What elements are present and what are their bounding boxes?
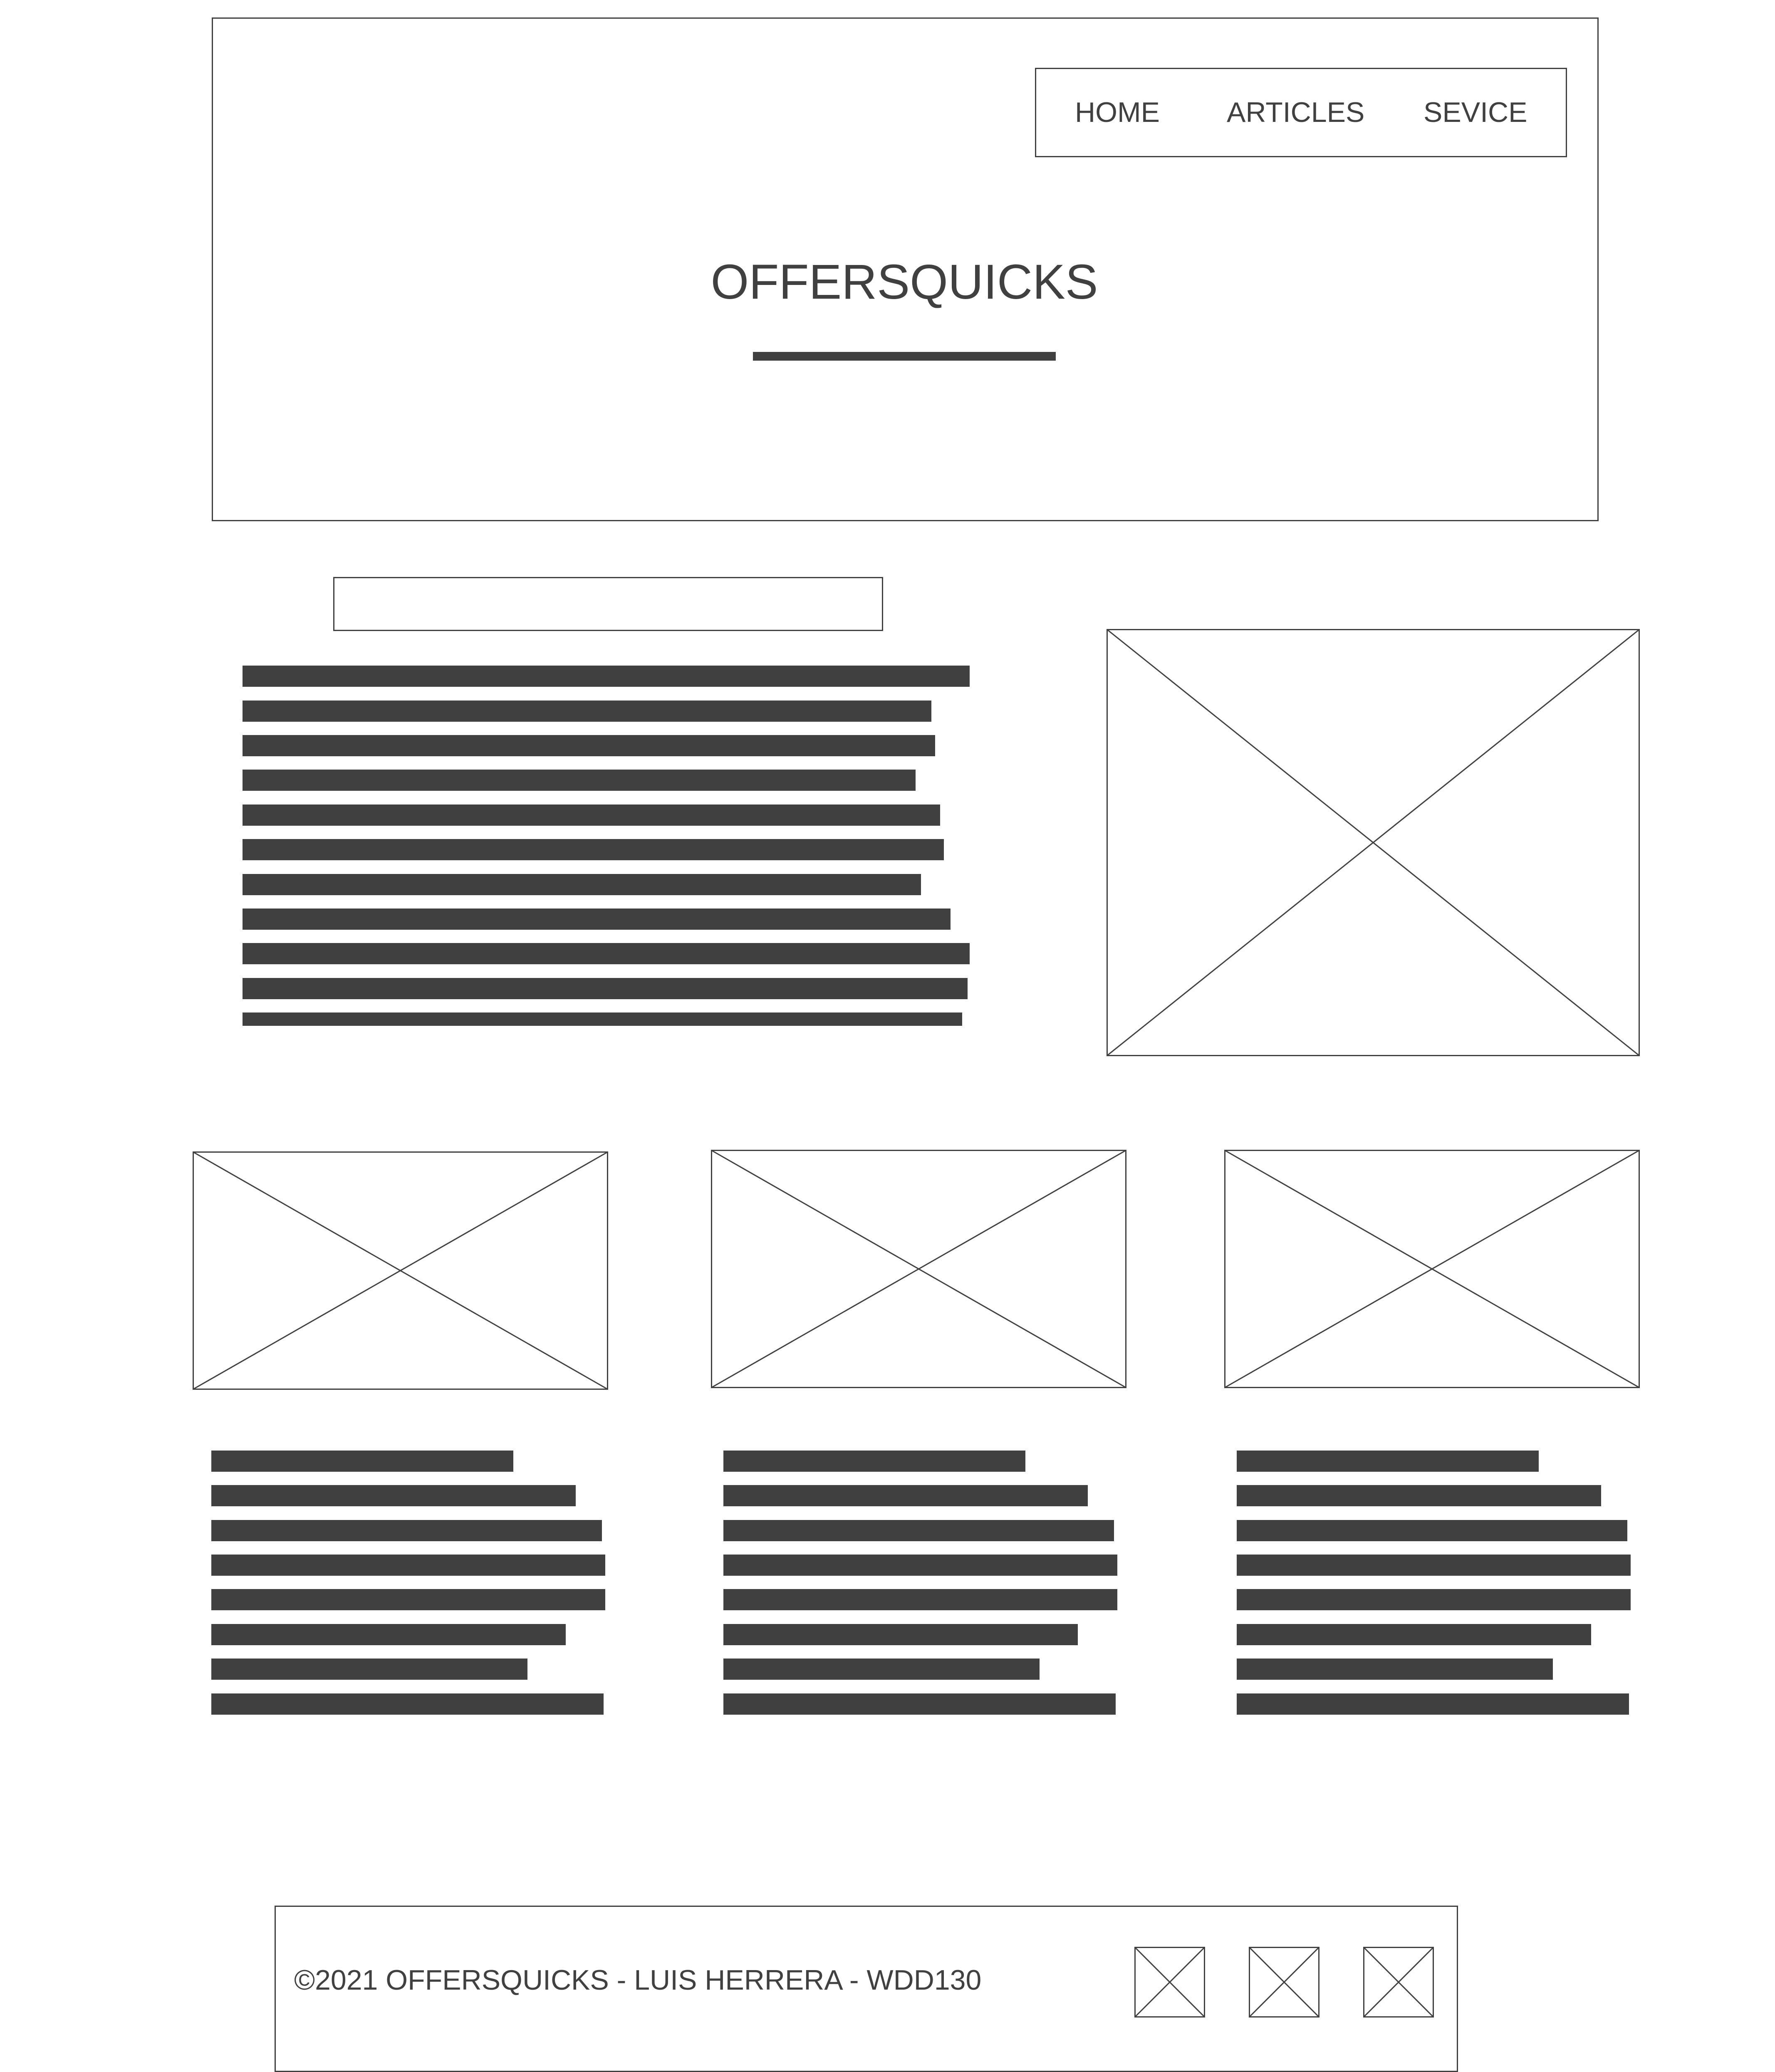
- nav-service-link[interactable]: SEVICE: [1423, 98, 1527, 126]
- text-line: [723, 1520, 1114, 1541]
- social-icon-2[interactable]: [1249, 1947, 1319, 2018]
- card-1-image-placeholder-icon: [193, 1151, 608, 1390]
- text-line: [211, 1659, 527, 1680]
- text-line: [243, 735, 935, 756]
- text-line: [211, 1485, 576, 1506]
- site-title: OFFERSQUICKS: [710, 255, 1098, 309]
- text-line: [243, 701, 931, 722]
- text-line: [211, 1555, 605, 1576]
- text-line: [723, 1485, 1088, 1506]
- text-line: [1237, 1589, 1631, 1610]
- text-line: [243, 943, 970, 964]
- text-line: [1237, 1555, 1631, 1576]
- text-line: [211, 1451, 513, 1472]
- text-line: [243, 909, 951, 930]
- nav-home-link[interactable]: HOME: [1075, 98, 1160, 126]
- social-icon-1[interactable]: [1134, 1947, 1205, 2018]
- text-line: [723, 1451, 1025, 1472]
- text-line: [723, 1693, 1116, 1715]
- text-line: [243, 839, 944, 860]
- featured-image-placeholder-icon: [1107, 629, 1640, 1056]
- text-line: [211, 1624, 566, 1645]
- text-line: [723, 1555, 1117, 1576]
- text-line: [723, 1624, 1078, 1645]
- text-line: [243, 666, 970, 687]
- text-line: [243, 978, 968, 999]
- footer-copyright: ©2021 OFFERSQUICKS - LUIS HERRERA - WDD1…: [294, 1964, 982, 1996]
- text-line: [1237, 1485, 1601, 1506]
- title-underline: [753, 352, 1056, 361]
- text-line: [243, 1012, 962, 1026]
- text-line: [1237, 1693, 1629, 1715]
- text-line: [1237, 1451, 1539, 1472]
- text-line: [243, 805, 940, 826]
- text-line: [211, 1520, 602, 1541]
- text-line: [723, 1589, 1117, 1610]
- text-line: [1237, 1659, 1553, 1680]
- social-icon-3[interactable]: [1363, 1947, 1434, 2018]
- nav-articles-link[interactable]: ARTICLES: [1227, 98, 1364, 126]
- text-line: [243, 770, 916, 791]
- card-3-image-placeholder-icon: [1224, 1150, 1640, 1388]
- text-line: [723, 1659, 1040, 1680]
- featured-heading-placeholder: [333, 577, 883, 631]
- text-line: [1237, 1624, 1591, 1645]
- card-2-image-placeholder-icon: [711, 1150, 1126, 1388]
- text-line: [1237, 1520, 1627, 1541]
- text-line: [243, 874, 921, 895]
- nav-bar: HOME ARTICLES SEVICE: [1035, 68, 1567, 157]
- text-line: [211, 1693, 604, 1715]
- text-line: [211, 1589, 605, 1610]
